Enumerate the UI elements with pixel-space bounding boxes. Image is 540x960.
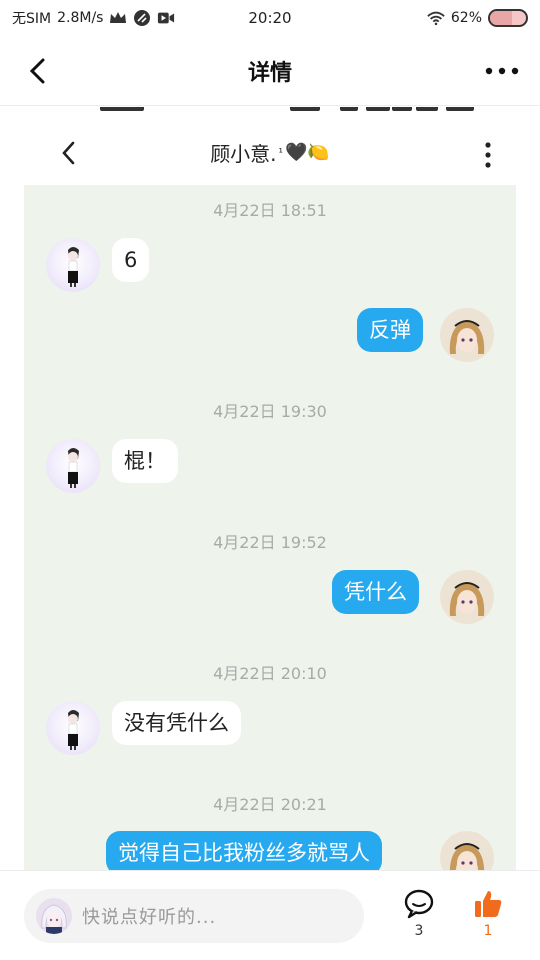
chat-messages-area bbox=[24, 185, 516, 870]
shared-chat-screenshot: 顾小意. ¹ 🖤🍋 4月22日 18:51 6 反弹 4月22日 19:30 棍！ … bbox=[0, 107, 540, 870]
comment-bubble-icon bbox=[404, 889, 434, 919]
contact-avatar bbox=[46, 238, 100, 292]
comment-input[interactable]: 快说点好听的... bbox=[24, 889, 364, 943]
received-message-bubble: 6 bbox=[112, 238, 150, 282]
battery-level bbox=[490, 11, 513, 25]
badge-icon bbox=[133, 9, 151, 27]
top-header: 详情 bbox=[0, 36, 540, 106]
contact-avatar bbox=[46, 439, 100, 493]
chevron-left-icon bbox=[29, 58, 45, 84]
network-speed: 2.8M/s bbox=[57, 10, 104, 26]
sent-message-bubble: 觉得自己比我粉丝多就骂人 bbox=[106, 831, 382, 870]
chat-contact-name: 顾小意. ¹ 🖤🍋 bbox=[210, 138, 330, 167]
received-message-bubble: 棍！ bbox=[112, 439, 178, 483]
message-timestamp: 4月22日 19:52 bbox=[213, 533, 327, 552]
comment-button[interactable]: 3 bbox=[394, 889, 444, 949]
contact-name-sup: ¹ bbox=[278, 145, 283, 159]
wifi-icon bbox=[427, 9, 445, 27]
bottom-action-bar: 快说点好听的... 3 1 bbox=[0, 870, 540, 960]
chat-header: 顾小意. ¹ 🖤🍋 bbox=[0, 117, 540, 187]
chat-more-button bbox=[478, 141, 498, 169]
status-left: 无SIM 2.8M/s bbox=[12, 8, 175, 28]
video-icon bbox=[157, 9, 175, 27]
page-title: 详情 bbox=[247, 60, 292, 86]
status-bar: 无SIM 2.8M/s 20:20 62% bbox=[0, 0, 540, 36]
message-timestamp: 4月22日 20:10 bbox=[213, 664, 327, 683]
received-message-bubble: 没有凭什么 bbox=[112, 701, 241, 745]
message-timestamp: 4月22日 19:30 bbox=[213, 402, 327, 421]
message-timestamp: 4月22日 18:51 bbox=[213, 201, 327, 220]
chat-back-button bbox=[54, 139, 82, 167]
crown-icon bbox=[109, 9, 127, 27]
status-right: 62% bbox=[427, 9, 528, 27]
like-count: 1 bbox=[483, 923, 493, 939]
more-options-button[interactable] bbox=[482, 58, 522, 84]
thumbs-up-icon bbox=[475, 891, 502, 917]
user-avatar bbox=[440, 308, 494, 362]
message-timestamp: 4月22日 20:21 bbox=[213, 795, 327, 814]
battery-percent: 62% bbox=[450, 10, 482, 26]
like-button[interactable]: 1 bbox=[463, 889, 513, 949]
back-button[interactable] bbox=[22, 56, 52, 86]
comment-input-placeholder: 快说点好听的... bbox=[82, 907, 217, 928]
chevron-left-icon bbox=[62, 141, 75, 165]
comment-count: 3 bbox=[414, 923, 424, 939]
contact-avatar bbox=[46, 701, 100, 755]
sent-message-bubble: 凭什么 bbox=[332, 570, 419, 614]
user-avatar bbox=[440, 570, 494, 624]
cropped-status-strip bbox=[0, 107, 540, 117]
more-vertical-icon bbox=[485, 142, 491, 168]
sent-message-bubble: 反弹 bbox=[357, 308, 423, 352]
contact-name-emoji: 🖤🍋 bbox=[284, 141, 330, 163]
contact-name-text: 顾小意. bbox=[210, 141, 277, 166]
my-avatar bbox=[36, 898, 72, 934]
carrier-label: 无SIM bbox=[12, 11, 52, 27]
battery-icon bbox=[488, 9, 528, 27]
more-horizontal-icon bbox=[485, 67, 519, 75]
